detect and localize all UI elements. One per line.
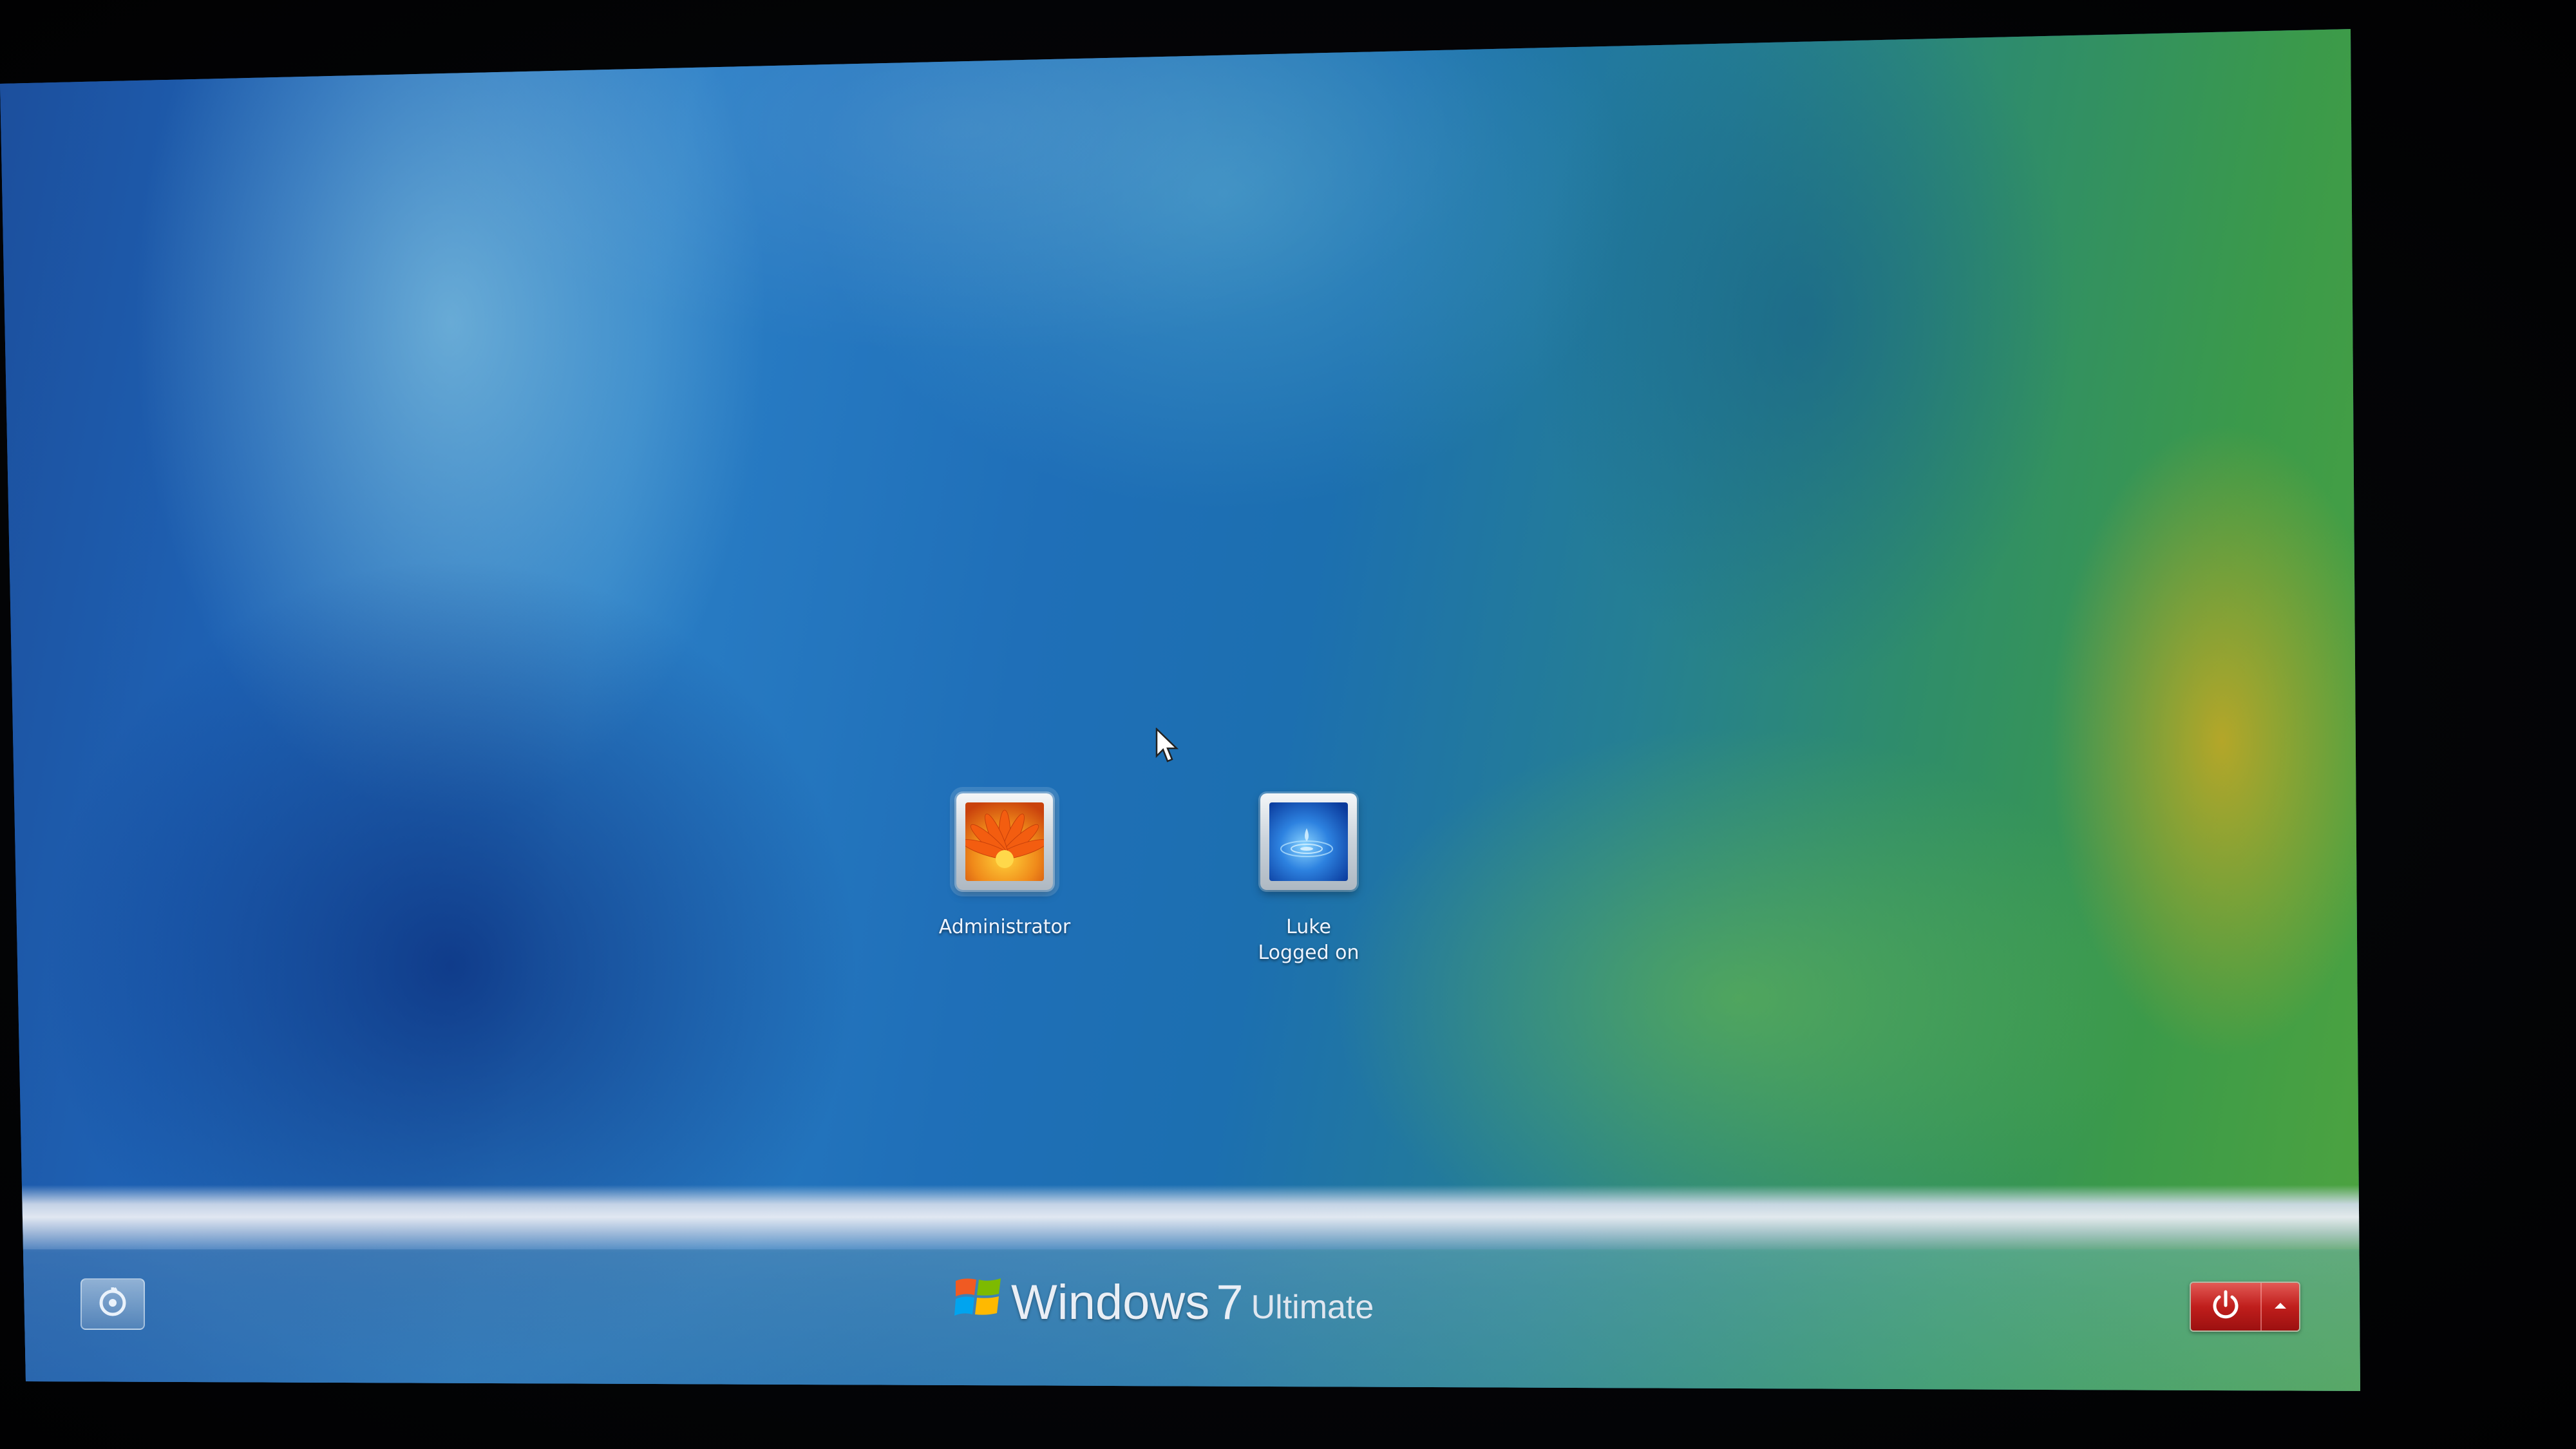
shutdown-options-button[interactable]	[2262, 1283, 2299, 1331]
flower-user-picture	[965, 802, 1044, 881]
ease-of-access-button[interactable]	[80, 1278, 145, 1330]
user-name-administrator: Administrator	[938, 916, 1071, 938]
windows-branding: Windows 7 Ultimate	[953, 1272, 1374, 1330]
user-picture-frame	[1260, 793, 1357, 890]
windows-version: 7	[1216, 1275, 1244, 1330]
windows-logo-icon	[953, 1274, 1003, 1323]
shutdown-button[interactable]	[2191, 1283, 2262, 1331]
windows-brand-name: Windows	[1011, 1275, 1210, 1330]
user-picture-frame	[956, 793, 1053, 890]
user-status-luke: Logged on	[1258, 942, 1359, 964]
user-tile-luke[interactable]: Luke Logged on	[1212, 793, 1405, 966]
water-user-picture	[1269, 802, 1348, 881]
logon-screen: Administrator Luke Logged on Windows 7 U…	[0, 29, 2360, 1391]
shutdown-control	[2190, 1282, 2300, 1332]
user-name-luke: Luke	[1286, 916, 1331, 938]
ease-of-access-icon	[96, 1286, 129, 1322]
chevron-up-icon	[2273, 1300, 2288, 1313]
windows-edition: Ultimate	[1251, 1289, 1374, 1326]
mouse-pointer-icon	[1155, 727, 1180, 768]
user-tile-administrator[interactable]: Administrator	[908, 793, 1101, 940]
bottom-light-stripe	[0, 29, 2360, 1391]
power-icon	[2208, 1288, 2243, 1325]
